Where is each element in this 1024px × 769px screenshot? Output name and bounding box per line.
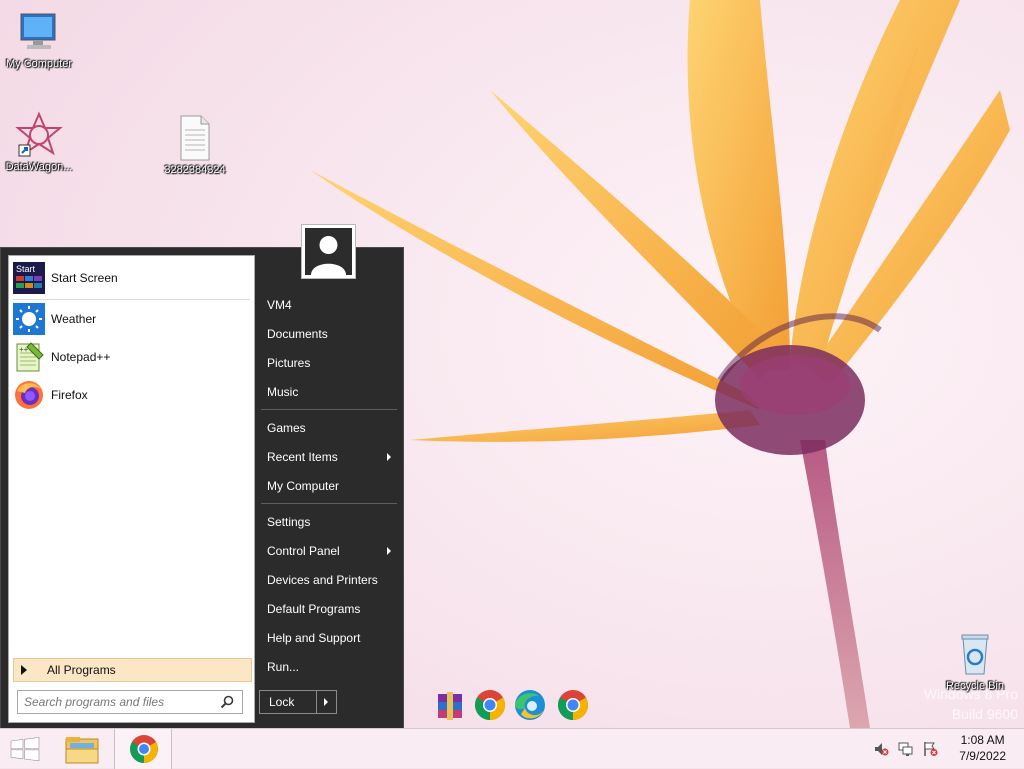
start-button[interactable] [0,729,50,769]
file-explorer-icon [65,737,99,764]
expand-triangle-icon [21,665,27,675]
desktop-icon-label: My Computer [5,58,73,70]
search-box[interactable] [17,690,243,714]
dock-winrar-icon[interactable] [434,688,468,722]
dock-chrome-icon[interactable] [473,688,507,722]
clock-time: 1:08 AM [960,733,1005,747]
action-center-icon[interactable] [922,741,938,757]
start-screen-icon: Start [13,262,45,294]
program-label: Notepad++ [51,350,111,364]
start-menu: Start Start Screen Weather ++ Notepad++ … [0,224,404,729]
menu-item-games[interactable]: Games [259,415,399,441]
datawagon-icon [15,111,63,159]
weather-icon [13,303,45,335]
user-picture[interactable] [301,224,356,279]
desktop-icon-datawagon[interactable]: DataWagon... [0,111,79,174]
taskbar-chrome[interactable] [114,729,172,769]
lock-button[interactable]: Lock [260,691,316,713]
menu-item-documents[interactable]: Documents [259,321,399,347]
submenu-arrow-icon [387,453,391,461]
notepad-plus-plus-icon: ++ [13,341,45,373]
program-label: Weather [51,312,97,326]
submenu-arrow-icon [387,547,391,555]
program-weather[interactable]: Weather [13,301,250,337]
desktop-icon-label: Recycle Bin [945,680,1005,692]
svg-text:++: ++ [19,345,29,354]
clock-date: 7/9/2022 [959,749,1006,763]
menu-item-help-and-support[interactable]: Help and Support [259,625,399,651]
windows-logo-icon [10,737,40,762]
user-avatar-icon [305,228,352,275]
lock-button-group: Lock [259,690,337,714]
menu-item-my-computer[interactable]: My Computer [259,473,399,499]
program-notepad-plus-plus[interactable]: ++ Notepad++ [13,339,250,375]
desktop-icon-recycle-bin[interactable]: Recycle Bin [935,630,1015,693]
chrome-icon [130,735,158,763]
program-label: Firefox [51,388,88,402]
menu-item-devices-and-printers[interactable]: Devices and Printers [259,567,399,593]
program-label: Start Screen [51,271,118,285]
recycle-bin-icon [951,630,999,678]
menu-item-pictures[interactable]: Pictures [259,350,399,376]
firefox-icon [13,379,45,411]
dock-edge-icon[interactable] [513,688,547,722]
taskbar: 1:08 AM 7/9/2022 [0,728,1024,769]
program-firefox[interactable]: Firefox [13,377,250,413]
power-options-arrow-icon[interactable] [316,691,336,713]
menu-item-user-folder[interactable]: VM4 [259,292,399,318]
menu-item-run[interactable]: Run... [259,654,399,680]
menu-item-label: Recent Items [267,450,338,464]
pinned-programs-pane: Start Start Screen Weather ++ Notepad++ … [8,255,255,723]
menu-item-settings[interactable]: Settings [259,509,399,535]
taskbar-file-explorer[interactable] [54,729,112,769]
volume-muted-icon[interactable] [873,741,889,757]
dock-chrome-icon[interactable] [556,688,590,722]
menu-item-default-programs[interactable]: Default Programs [259,596,399,622]
program-start-screen[interactable]: Start Start Screen [13,260,250,296]
desktop-icon-file[interactable]: 3282384324 [155,114,235,177]
text-file-icon [171,114,219,162]
menu-item-music[interactable]: Music [259,379,399,405]
menu-item-control-panel[interactable]: Control Panel [259,538,399,564]
svg-text:Start: Start [16,264,36,274]
menu-item-recent-items[interactable]: Recent Items [259,444,399,470]
search-icon[interactable] [216,691,238,713]
watermark-build: Build 9600 [951,706,1018,722]
system-clock[interactable]: 1:08 AM 7/9/2022 [959,732,1006,764]
separator [13,299,250,300]
all-programs-button[interactable]: All Programs [13,658,252,682]
separator [261,409,397,410]
computer-icon [15,8,63,56]
network-icon[interactable] [898,741,914,757]
separator [261,503,397,504]
search-input[interactable] [18,692,216,712]
desktop-icon-label: 3282384324 [164,164,226,176]
menu-item-label: Control Panel [267,544,340,558]
desktop-icon-my-computer[interactable]: My Computer [0,8,79,71]
desktop-icon-label: DataWagon... [5,161,73,173]
all-programs-label: All Programs [47,663,116,677]
